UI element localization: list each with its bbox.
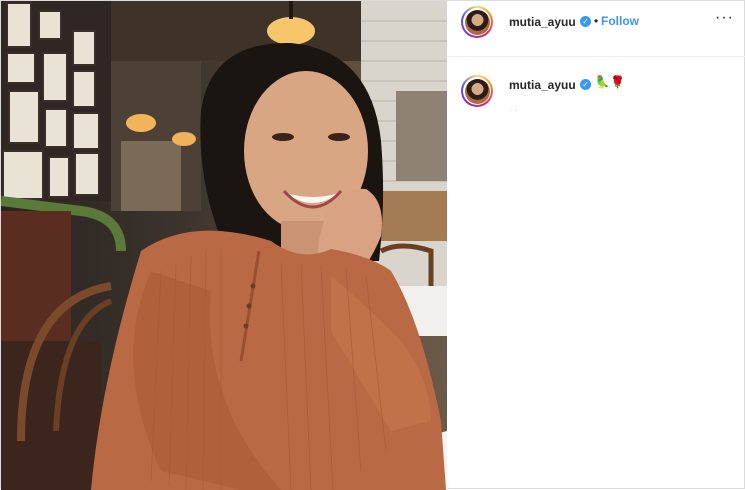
- verified-badge-icon: ✓: [580, 16, 591, 27]
- post-header: mutia_ayuu ✓ • Follow ···: [447, 1, 745, 57]
- profile-avatar[interactable]: [461, 6, 493, 38]
- separator-dot: •: [594, 14, 599, 28]
- caption-meta: · ·: [509, 105, 518, 115]
- caption-avatar[interactable]: [461, 75, 493, 107]
- username-link[interactable]: mutia_ayuu: [509, 15, 576, 29]
- caption-verified-badge-icon: ✓: [580, 79, 591, 90]
- post-sidebar: mutia_ayuu ✓ • Follow ··· mutia_ayuu ✓ 🦜…: [447, 1, 745, 490]
- follow-button[interactable]: Follow: [601, 14, 639, 28]
- photo-illustration: [1, 1, 447, 490]
- parrot-emoji-icon: 🦜: [595, 75, 610, 89]
- instagram-post: mutia_ayuu ✓ • Follow ··· mutia_ayuu ✓ 🦜…: [0, 0, 745, 490]
- caption-username-link[interactable]: mutia_ayuu: [509, 78, 576, 92]
- post-photo[interactable]: [1, 1, 447, 490]
- rose-emoji-icon: 🌹: [610, 75, 625, 89]
- more-options-icon[interactable]: ···: [715, 9, 734, 27]
